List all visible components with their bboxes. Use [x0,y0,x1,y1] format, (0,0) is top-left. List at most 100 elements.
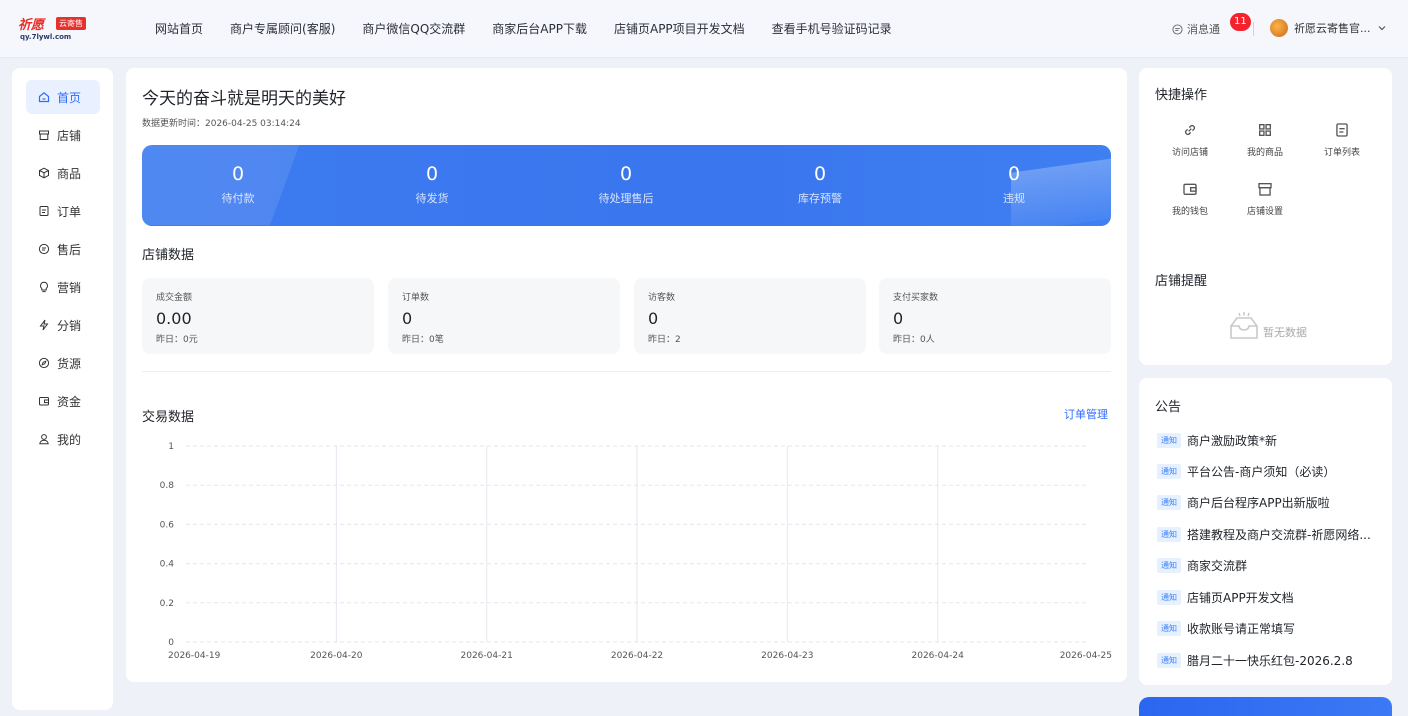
sidebar-item-label: 货源 [57,356,82,371]
quick-label: 我的商品 [1246,148,1283,158]
quick-actions-panel: 快捷操作 访问店铺 我的商品 订单列表 我的钱包 店铺设置 店铺提醒 暂无数据 [1139,68,1392,365]
y-tick-label: 1 [168,442,174,452]
notice-item[interactable]: 通知 搭建教程及商户交流群-祈愿网络... [1157,526,1383,543]
notice-item[interactable]: 通知 腊月二十一快乐红包-2026.2.8 [1157,652,1383,669]
stat-label: 待发货 [415,192,449,205]
store-settings-icon [1258,183,1272,196]
notice-item[interactable]: 通知 收款账号请正常填写 [1157,620,1383,637]
sidebar-item-label: 售后 [57,242,82,257]
sidebar-item-orders[interactable]: 订单 [26,194,100,228]
notice-text: 商家交流群 [1187,559,1248,573]
stat-pending-shipment[interactable]: 0 待发货 [342,163,522,206]
x-tick-label: 2026-04-21 [461,651,513,661]
nav-advisor[interactable]: 商户专属顾问(客服) [230,20,335,37]
stat-violation[interactable]: 0 违规 [924,163,1104,206]
grid-icon [1259,124,1272,137]
top-nav: 网站首页 商户专属顾问(客服) 商户微信QQ交流群 商家后台APP下载 店铺页A… [155,20,919,37]
card-yesterday: 昨日：0人 [893,335,935,345]
notice-tag: 通知 [1157,527,1181,542]
card-yesterday: 昨日：0元 [156,335,198,345]
empty-box-icon [1230,312,1258,339]
logo-url: qy.7lywl.com [20,33,72,41]
nav-home[interactable]: 网站首页 [155,20,203,37]
notice-tag: 通知 [1157,621,1181,636]
x-tick-label: 2026-04-19 [168,651,221,661]
bulb-icon [40,281,48,293]
wallet-icon [39,397,49,406]
quick-order-list[interactable]: 订单列表 [1307,122,1377,158]
logo-tag: 云寄售 [56,17,86,30]
notice-tag: 通知 [1157,495,1181,510]
y-tick-label: 0.8 [160,481,175,491]
notice-item[interactable]: 通知 平台公告-商户须知（必读） [1157,463,1383,480]
notice-text: 腊月二十一快乐红包-2026.2.8 [1187,654,1353,668]
notice-item[interactable]: 通知 商家交流群 [1157,557,1383,574]
divider [142,371,1111,372]
sidebar-item-label: 订单 [57,204,82,219]
stat-label: 库存预警 [798,192,842,205]
avatar [1270,19,1288,37]
main-panel: 今天的奋斗就是明天的美好 数据更新时间：2026-04-25 03:14:24 … [126,68,1127,682]
home-icon [38,92,50,103]
card-value: 0.00 [156,309,192,328]
stat-value: 0 [231,163,245,185]
reminder-empty-state: 暂无数据 [1227,312,1307,342]
notice-text: 平台公告-商户须知（必读） [1187,465,1336,479]
stat-pending-aftersale[interactable]: 0 待处理售后 [536,163,716,206]
stat-label: 待处理售后 [598,192,654,205]
x-tick-label: 2026-04-24 [912,651,965,661]
sidebar-item-supply[interactable]: 货源 [26,346,100,380]
stat-pending-payment[interactable]: 0 待付款 [148,163,328,206]
sidebar-item-store[interactable]: 店铺 [26,118,100,152]
sidebar-item-label: 资金 [57,394,82,409]
sidebar-item-mine[interactable]: 我的 [26,422,100,456]
stat-value: 0 [1007,163,1021,185]
sidebar-item-home[interactable]: 首页 [26,80,100,114]
notice-item[interactable]: 通知 商户后台程序APP出新版啦 [1157,494,1383,511]
quick-store-settings[interactable]: 店铺设置 [1230,181,1300,217]
notice-title: 公告 [1155,400,1182,415]
quick-my-wallet[interactable]: 我的钱包 [1155,181,1225,217]
messages-button[interactable]: 消息通 11 [1172,13,1251,37]
quick-label: 访问店铺 [1171,148,1208,158]
card-visitors: 访客数 0 昨日：2 [634,278,866,354]
sidebar-item-label: 分销 [57,318,82,333]
nav-app-download[interactable]: 商家后台APP下载 [492,20,587,37]
x-tick-label: 2026-04-23 [761,651,813,661]
notice-item[interactable]: 通知 店铺页APP开发文档 [1157,589,1383,606]
stat-stock-warning[interactable]: 0 库存预警 [730,163,910,206]
notice-text: 商户激励政策*新 [1187,434,1278,448]
user-menu[interactable]: 祈愿云寄售官... [1270,19,1387,37]
nav-app-docs[interactable]: 店铺页APP项目开发文档 [614,20,745,37]
order-manage-link[interactable]: 订单管理 [1064,406,1108,422]
card-label: 支付买家数 [893,293,939,303]
quick-label: 订单列表 [1323,148,1360,158]
quick-my-goods[interactable]: 我的商品 [1230,122,1300,158]
sidebar-item-marketing[interactable]: 营销 [26,270,100,304]
update-time: 数据更新时间：2026-04-25 03:14:24 [142,119,301,129]
brand-logo[interactable]: 祈愿 云寄售 qy.7lywl.com [18,14,88,44]
message-count-badge: 11 [1230,13,1251,31]
card-turnover: 成交金额 0.00 昨日：0元 [142,278,374,354]
card-value: 0 [402,309,413,328]
sidebar-item-distribution[interactable]: 分销 [26,308,100,342]
notice-tag: 通知 [1157,653,1181,668]
trade-chart: 0 0.2 0.4 0.6 0.8 1 2026-04-19 2026-04-20 2026-… [160,442,1112,661]
card-yesterday: 昨日：0笔 [402,335,444,345]
sidebar-item-funds[interactable]: 资金 [26,384,100,418]
user-icon [39,434,49,445]
top-bar: 祈愿 云寄售 qy.7lywl.com 网站首页 商户专属顾问(客服) 商户微信… [0,0,1408,58]
notice-panel: 公告 通知 商户激励政策*新 通知 平台公告-商户须知（必读） 通知 商户后台程序AP… [1139,378,1392,685]
quick-visit-store[interactable]: 访问店铺 [1155,122,1225,158]
nav-wechat-group[interactable]: 商户微信QQ交流群 [362,20,465,37]
sidebar-item-aftersale[interactable]: 售后 [26,232,100,266]
nav-sms-records[interactable]: 查看手机号验证码记录 [772,20,892,37]
sidebar-item-goods[interactable]: 商品 [26,156,100,190]
card-value: 0 [648,309,659,328]
notice-item[interactable]: 通知 商户激励政策*新 [1157,432,1383,449]
y-tick-label: 0.4 [160,560,175,570]
sidebar-item-label: 营销 [57,280,82,295]
wallet-icon [1183,183,1197,195]
link-icon [1184,124,1196,136]
floating-button[interactable] [1139,697,1392,716]
